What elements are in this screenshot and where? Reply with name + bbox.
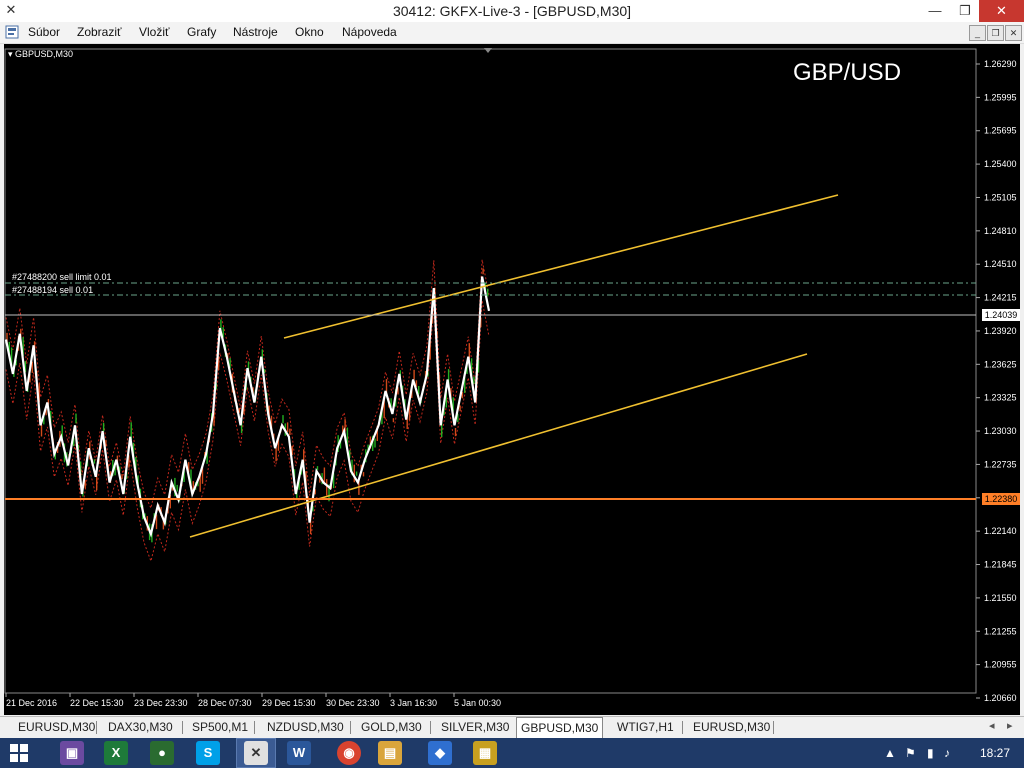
x-tick-label: 21 Dec 2016 — [6, 698, 57, 708]
gkfx-icon[interactable]: ● — [150, 741, 174, 765]
window-title: 30412: GKFX-Live-3 - [GBPUSD,M30] — [392, 3, 632, 19]
order-label-1: #27488200 sell limit 0.01 — [12, 272, 112, 282]
chart-tabs-bar: EURUSD,M30 DAX30,M30 SP500,M1 NZDUSD,M30… — [0, 716, 1024, 738]
y-tick-label: 1.22140 — [984, 526, 1017, 536]
x-tick-label: 30 Dec 23:30 — [326, 698, 380, 708]
battery-icon[interactable]: ▮ — [927, 746, 934, 760]
y-tick-label: 1.20955 — [984, 660, 1017, 670]
tab-scroll-left-icon[interactable]: ◂ — [989, 719, 995, 732]
current-price-label: 1.24039 — [982, 309, 1020, 321]
menu-view[interactable]: Zobraziť — [77, 25, 122, 39]
y-tick-label: 1.25995 — [984, 92, 1017, 102]
document-icon[interactable] — [4, 24, 20, 40]
chart-title: GBP/USD — [793, 59, 902, 86]
y-tick-label: 1.21255 — [984, 626, 1017, 636]
tab-gold-m30[interactable]: GOLD,M30 — [357, 719, 426, 736]
y-tick-label: 1.24510 — [984, 259, 1017, 269]
tab-separator — [182, 721, 183, 734]
x-tick-label: 3 Jan 16:30 — [390, 698, 437, 708]
clock[interactable]: 18:27 — [980, 746, 1010, 760]
menu-help[interactable]: Nápoveda — [342, 25, 397, 39]
y-tick-label: 1.21845 — [984, 560, 1017, 570]
tab-eurusd-m30[interactable]: EURUSD,M30 — [14, 719, 99, 736]
tab-gbpusd-m30[interactable]: GBPUSD,M30 — [516, 717, 604, 738]
y-tick-label: 1.23030 — [984, 426, 1017, 436]
tab-sp500-m1[interactable]: SP500,M1 — [188, 719, 252, 736]
x-tick-label: 22 Dec 15:30 — [70, 698, 124, 708]
file-explorer-icon[interactable]: ▤ — [378, 741, 402, 765]
y-tick-label: 1.21550 — [984, 593, 1017, 603]
menu-insert[interactable]: Vložiť — [139, 25, 170, 39]
tab-separator — [254, 721, 255, 734]
taskbar: ▣ X ● S ✕ W ◉ ▤ ◆ ▦ ▲ ⚑ ▮ ♪ 18:27 — [0, 738, 1024, 768]
y-tick-label: 1.23625 — [984, 359, 1017, 369]
x-tick-label: 23 Dec 23:30 — [134, 698, 188, 708]
y-tick-label: 1.22735 — [984, 459, 1017, 469]
y-tick-label: 1.24215 — [984, 293, 1017, 303]
x-tick-label: 29 Dec 15:30 — [262, 698, 316, 708]
plot-frame — [4, 48, 977, 694]
price-chart[interactable]: 1.26290 1.25995 1.25695 1.25400 1.25105 1.248… — [4, 44, 1020, 715]
x-tick-label: 28 Dec 07:30 — [198, 698, 252, 708]
tray-up-arrow-icon[interactable]: ▲ — [884, 746, 896, 760]
chart-window[interactable]: 1.26290 1.25995 1.25695 1.25400 1.25105 1.248… — [4, 44, 1020, 715]
tab-separator — [96, 721, 97, 734]
tab-eurusd-m30-2[interactable]: EURUSD,M30 — [689, 719, 774, 736]
app-icon-blue[interactable]: ◆ — [428, 741, 452, 765]
tab-nzdusd-m30[interactable]: NZDUSD,M30 — [263, 719, 348, 736]
channel-upper-line[interactable] — [283, 194, 839, 339]
windows-start-icon[interactable] — [10, 744, 28, 762]
tab-separator — [773, 721, 774, 734]
menu-file[interactable]: Súbor — [28, 25, 60, 39]
y-tick-label: 1.24810 — [984, 226, 1017, 236]
app-icon-gold[interactable]: ▦ — [473, 741, 497, 765]
symbol-label-row: ▾ GBPUSD,M30 — [8, 49, 73, 60]
menu-tools[interactable]: Nástroje — [233, 25, 278, 39]
store-icon[interactable]: ▣ — [60, 741, 84, 765]
mdi-minimize-button[interactable]: _ — [969, 25, 986, 41]
restore-button[interactable]: ❐ — [950, 0, 980, 22]
y-tick-label: 1.25400 — [984, 159, 1017, 169]
volume-icon[interactable]: ♪ — [944, 746, 950, 760]
y-tick-label: 1.25695 — [984, 126, 1017, 136]
y-tick-label: 1.23325 — [984, 393, 1017, 403]
menu-window[interactable]: Okno — [295, 25, 324, 39]
y-tick-label: 1.20660 — [984, 693, 1017, 703]
menu-charts[interactable]: Grafy — [187, 25, 216, 39]
tab-separator — [430, 721, 431, 734]
order-label-2: #27488194 sell 0.01 — [12, 285, 94, 295]
lower-band — [5, 300, 490, 563]
mdi-close-button[interactable]: ✕ — [1005, 25, 1022, 41]
y-tick-label: 1.23920 — [984, 326, 1017, 336]
support-price-label: 1.22380 — [982, 493, 1020, 505]
mdi-restore-button[interactable]: ❐ — [987, 25, 1004, 41]
y-tick-label: 1.25105 — [984, 192, 1017, 202]
tab-separator — [350, 721, 351, 734]
flag-icon[interactable]: ⚑ — [905, 746, 916, 760]
chrome-icon[interactable]: ◉ — [337, 741, 361, 765]
word-icon[interactable]: W — [287, 741, 311, 765]
tab-silver-m30[interactable]: SILVER,M30 — [437, 719, 513, 736]
chart-shift-marker[interactable] — [484, 48, 492, 53]
title-bar: ✕ 30412: GKFX-Live-3 - [GBPUSD,M30] — ❐ … — [0, 0, 1024, 22]
excel-icon[interactable]: X — [104, 741, 128, 765]
channel-lower-line[interactable] — [189, 353, 808, 538]
close-button[interactable]: ✕ — [979, 0, 1024, 22]
symbol-label: GBPUSD,M30 — [15, 49, 74, 59]
y-tick-label: 1.26290 — [984, 59, 1017, 69]
tab-scroll-right-icon[interactable]: ▸ — [1007, 719, 1013, 732]
metatrader-icon[interactable]: ✕ — [244, 741, 268, 765]
dropdown-triangle-icon[interactable]: ▾ — [8, 49, 13, 59]
menu-bar: Súbor Zobraziť Vložiť Grafy Nástroje Okn… — [0, 22, 1024, 44]
x-tick-label: 5 Jan 00:30 — [454, 698, 501, 708]
tab-dax30-m30[interactable]: DAX30,M30 — [104, 719, 177, 736]
minimize-button[interactable]: — — [920, 0, 950, 22]
tab-separator — [682, 721, 683, 734]
tab-wtig7-h1[interactable]: WTIG7,H1 — [613, 719, 678, 736]
skype-icon[interactable]: S — [196, 741, 220, 765]
